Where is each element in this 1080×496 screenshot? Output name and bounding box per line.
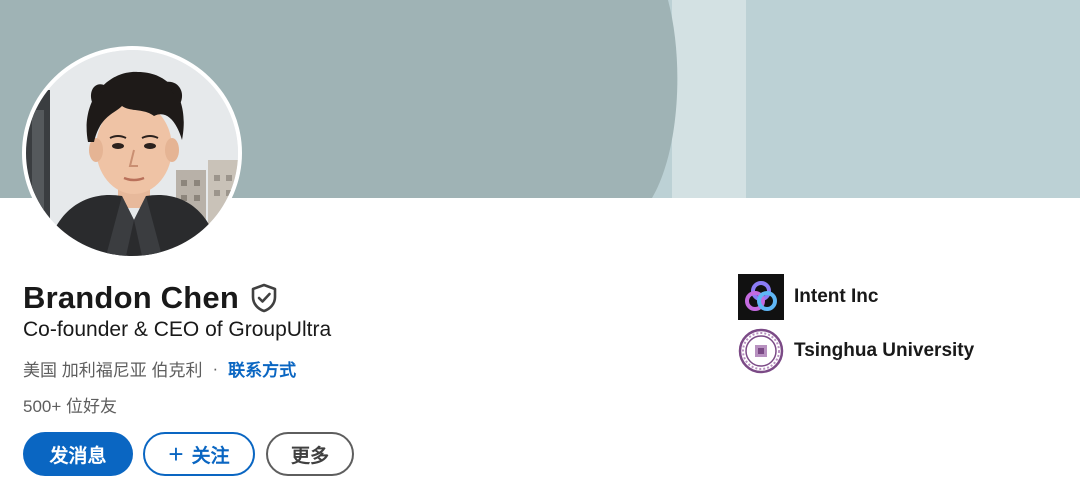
affiliation-school-label: Tsinghua University bbox=[794, 340, 975, 361]
profile-name: Brandon Chen bbox=[23, 280, 239, 315]
location-row: 美国 加利福尼亚 伯克利 · 联系方式 bbox=[23, 356, 296, 381]
affiliation-company-label: Intent Inc bbox=[794, 286, 879, 307]
name-row: Brandon Chen bbox=[23, 278, 279, 318]
more-button[interactable]: 更多 bbox=[266, 432, 354, 476]
contact-info-link[interactable]: 联系方式 bbox=[228, 356, 296, 381]
profile-location: 美国 加利福尼亚 伯克利 bbox=[23, 361, 203, 380]
follow-button[interactable]: + 关注 bbox=[143, 432, 255, 476]
profile-headline: Co-founder & CEO of GroupUltra bbox=[23, 318, 332, 341]
affiliation-company[interactable]: Intent Inc bbox=[738, 274, 878, 320]
connections-count[interactable]: 500+ 位好友 bbox=[23, 392, 117, 417]
intent-logo-icon bbox=[738, 274, 784, 320]
message-button-label: 发消息 bbox=[49, 445, 107, 467]
verified-shield-icon[interactable] bbox=[249, 282, 279, 314]
follow-button-label: 关注 bbox=[191, 445, 230, 467]
tsinghua-seal-icon bbox=[738, 328, 784, 374]
message-button[interactable]: 发消息 bbox=[23, 432, 133, 476]
separator-dot: · bbox=[212, 358, 219, 378]
plus-icon: + bbox=[168, 439, 184, 469]
affiliation-school[interactable]: Tsinghua University bbox=[738, 328, 974, 374]
more-button-label: 更多 bbox=[290, 445, 329, 467]
profile-avatar[interactable] bbox=[22, 46, 242, 260]
